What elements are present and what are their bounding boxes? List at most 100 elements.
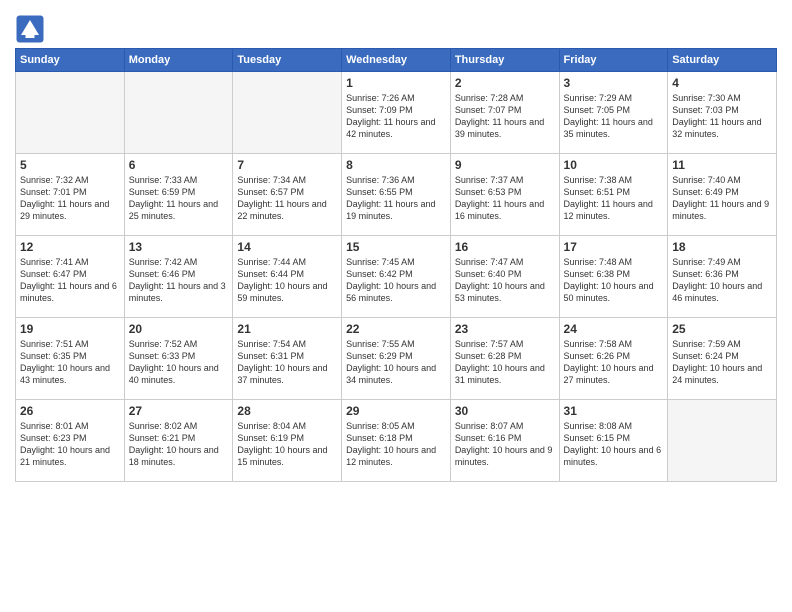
week-row-5: 26 Sunrise: 8:01 AMSunset: 6:23 PMDayligh… (16, 400, 777, 482)
day-cell: 29Sunrise: 8:05 AMSunset: 6:18 PMDayligh… (342, 400, 451, 482)
day-info: Sunrise: 7:45 AMSunset: 6:42 PMDaylight:… (346, 256, 446, 305)
day-cell: 2 Sunrise: 7:28 AMSunset: 7:07 PMDaylight… (450, 72, 559, 154)
day-info: Sunrise: 8:01 AMSunset: 6:23 PMDaylight:… (20, 420, 120, 469)
day-info: Sunrise: 7:40 AMSunset: 6:49 PMDaylight:… (672, 174, 772, 223)
day-number: 10 (564, 158, 664, 172)
day-cell: 1 Sunrise: 7:26 AMSunset: 7:09 PMDaylight… (342, 72, 451, 154)
day-number: 3 (564, 76, 664, 90)
day-info: Sunrise: 7:51 AMSunset: 6:35 PMDaylight:… (20, 338, 120, 387)
col-tuesday: Tuesday (233, 49, 342, 72)
calendar: Sunday Monday Tuesday Wednesday Thursday… (15, 48, 777, 482)
col-thursday: Thursday (450, 49, 559, 72)
day-number: 1 (346, 76, 446, 90)
day-cell: 22 Sunrise: 7:55 AMSunset: 6:29 PMDayligh… (342, 318, 451, 400)
day-number: 14 (237, 240, 337, 254)
day-info: Sunrise: 7:49 AMSunset: 6:36 PMDaylight:… (672, 256, 772, 305)
day-cell: 8 Sunrise: 7:36 AMSunset: 6:55 PMDaylight… (342, 154, 451, 236)
day-info: Sunrise: 7:36 AMSunset: 6:55 PMDaylight:… (346, 174, 446, 223)
day-number: 22 (346, 322, 446, 336)
day-cell: 16Sunrise: 7:47 AMSunset: 6:40 PMDayligh… (450, 236, 559, 318)
col-sunday: Sunday (16, 49, 125, 72)
day-cell: 13 Sunrise: 7:42 AMSunset: 6:46 PMDayligh… (124, 236, 233, 318)
day-info: Sunrise: 7:26 AMSunset: 7:09 PMDaylight:… (346, 92, 446, 141)
day-cell: 18 Sunrise: 7:49 AMSunset: 6:36 PMDayligh… (668, 236, 777, 318)
day-info: Sunrise: 8:08 AMSunset: 6:15 PMDaylight:… (564, 420, 664, 469)
day-cell: 5Sunrise: 7:32 AMSunset: 7:01 PMDaylight… (16, 154, 125, 236)
day-number: 26 (20, 404, 120, 418)
day-cell (16, 72, 125, 154)
day-number: 13 (129, 240, 229, 254)
day-number: 27 (129, 404, 229, 418)
day-info: Sunrise: 8:05 AMSunset: 6:18 PMDaylight:… (346, 420, 446, 469)
day-info: Sunrise: 7:47 AMSunset: 6:40 PMDaylight:… (455, 256, 555, 305)
header-row: Sunday Monday Tuesday Wednesday Thursday… (16, 49, 777, 72)
day-cell: 23Sunrise: 7:57 AMSunset: 6:28 PMDayligh… (450, 318, 559, 400)
day-number: 11 (672, 158, 772, 172)
day-info: Sunrise: 7:52 AMSunset: 6:33 PMDaylight:… (129, 338, 229, 387)
col-friday: Friday (559, 49, 668, 72)
week-row-1: 1 Sunrise: 7:26 AMSunset: 7:09 PMDaylight… (16, 72, 777, 154)
day-info: Sunrise: 7:44 AMSunset: 6:44 PMDaylight:… (237, 256, 337, 305)
day-number: 4 (672, 76, 772, 90)
day-cell: 12 Sunrise: 7:41 AMSunset: 6:47 PMDayligh… (16, 236, 125, 318)
logo (15, 14, 47, 44)
day-cell: 21Sunrise: 7:54 AMSunset: 6:31 PMDayligh… (233, 318, 342, 400)
day-info: Sunrise: 7:28 AMSunset: 7:07 PMDaylight:… (455, 92, 555, 141)
day-cell: 27 Sunrise: 8:02 AMSunset: 6:21 PMDayligh… (124, 400, 233, 482)
day-number: 18 (672, 240, 772, 254)
day-number: 30 (455, 404, 555, 418)
day-number: 31 (564, 404, 664, 418)
day-info: Sunrise: 7:33 AMSunset: 6:59 PMDaylight:… (129, 174, 229, 223)
day-cell: 26 Sunrise: 8:01 AMSunset: 6:23 PMDayligh… (16, 400, 125, 482)
day-info: Sunrise: 7:57 AMSunset: 6:28 PMDaylight:… (455, 338, 555, 387)
week-row-3: 12 Sunrise: 7:41 AMSunset: 6:47 PMDayligh… (16, 236, 777, 318)
day-info: Sunrise: 7:37 AMSunset: 6:53 PMDaylight:… (455, 174, 555, 223)
day-number: 19 (20, 322, 120, 336)
day-number: 25 (672, 322, 772, 336)
day-number: 8 (346, 158, 446, 172)
day-number: 28 (237, 404, 337, 418)
day-cell: 3 Sunrise: 7:29 AMSunset: 7:05 PMDaylight… (559, 72, 668, 154)
col-wednesday: Wednesday (342, 49, 451, 72)
day-number: 2 (455, 76, 555, 90)
day-info: Sunrise: 7:55 AMSunset: 6:29 PMDaylight:… (346, 338, 446, 387)
day-info: Sunrise: 7:34 AMSunset: 6:57 PMDaylight:… (237, 174, 337, 223)
day-cell: 14 Sunrise: 7:44 AMSunset: 6:44 PMDayligh… (233, 236, 342, 318)
day-cell: 17Sunrise: 7:48 AMSunset: 6:38 PMDayligh… (559, 236, 668, 318)
day-cell: 31 Sunrise: 8:08 AMSunset: 6:15 PMDayligh… (559, 400, 668, 482)
day-cell (233, 72, 342, 154)
day-cell: 20 Sunrise: 7:52 AMSunset: 6:33 PMDayligh… (124, 318, 233, 400)
day-cell: 7 Sunrise: 7:34 AMSunset: 6:57 PMDaylight… (233, 154, 342, 236)
day-cell: 15 Sunrise: 7:45 AMSunset: 6:42 PMDayligh… (342, 236, 451, 318)
week-row-4: 19 Sunrise: 7:51 AMSunset: 6:35 PMDayligh… (16, 318, 777, 400)
header (15, 10, 777, 44)
day-cell: 4 Sunrise: 7:30 AMSunset: 7:03 PMDaylight… (668, 72, 777, 154)
day-number: 17 (564, 240, 664, 254)
day-number: 6 (129, 158, 229, 172)
day-info: Sunrise: 7:42 AMSunset: 6:46 PMDaylight:… (129, 256, 229, 305)
day-info: Sunrise: 8:02 AMSunset: 6:21 PMDaylight:… (129, 420, 229, 469)
day-info: Sunrise: 7:38 AMSunset: 6:51 PMDaylight:… (564, 174, 664, 223)
day-info: Sunrise: 7:58 AMSunset: 6:26 PMDaylight:… (564, 338, 664, 387)
day-number: 21 (237, 322, 337, 336)
day-cell: 11 Sunrise: 7:40 AMSunset: 6:49 PMDayligh… (668, 154, 777, 236)
day-number: 15 (346, 240, 446, 254)
day-number: 20 (129, 322, 229, 336)
day-number: 5 (20, 158, 120, 172)
day-number: 24 (564, 322, 664, 336)
col-saturday: Saturday (668, 49, 777, 72)
day-cell (124, 72, 233, 154)
day-info: Sunrise: 8:07 AMSunset: 6:16 PMDaylight:… (455, 420, 555, 469)
day-cell (668, 400, 777, 482)
day-cell: 25Sunrise: 7:59 AMSunset: 6:24 PMDayligh… (668, 318, 777, 400)
day-info: Sunrise: 8:04 AMSunset: 6:19 PMDaylight:… (237, 420, 337, 469)
day-info: Sunrise: 7:29 AMSunset: 7:05 PMDaylight:… (564, 92, 664, 141)
day-cell: 30 Sunrise: 8:07 AMSunset: 6:16 PMDayligh… (450, 400, 559, 482)
week-row-2: 5Sunrise: 7:32 AMSunset: 7:01 PMDaylight… (16, 154, 777, 236)
day-info: Sunrise: 7:30 AMSunset: 7:03 PMDaylight:… (672, 92, 772, 141)
day-cell: 9Sunrise: 7:37 AMSunset: 6:53 PMDaylight… (450, 154, 559, 236)
day-number: 12 (20, 240, 120, 254)
day-number: 7 (237, 158, 337, 172)
title-area (47, 10, 777, 12)
day-info: Sunrise: 7:41 AMSunset: 6:47 PMDaylight:… (20, 256, 120, 305)
